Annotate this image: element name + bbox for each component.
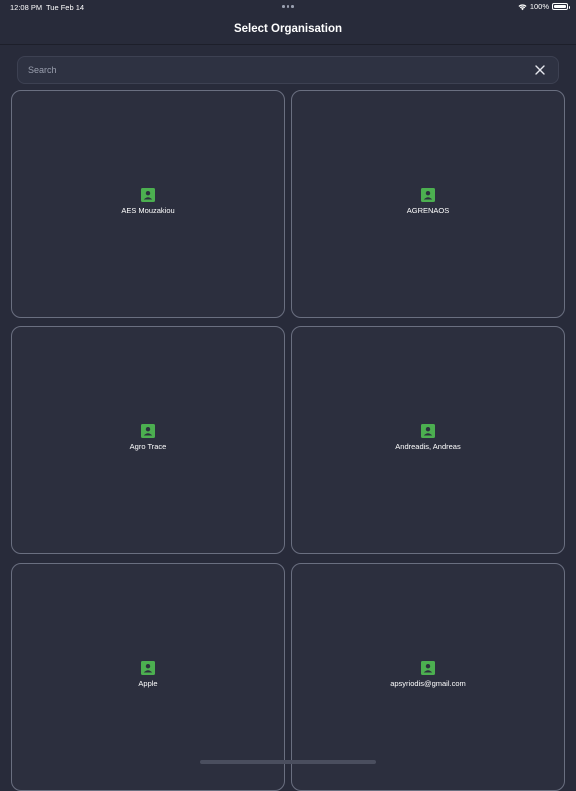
contact-card-icon (141, 188, 155, 202)
organisation-card[interactable]: AGRENAOS (291, 90, 565, 318)
contact-card-icon (141, 424, 155, 438)
status-right: 100% (518, 2, 570, 11)
status-bar: 12:08 PM Tue Feb 14 100% (0, 0, 576, 14)
close-icon[interactable] (534, 64, 546, 76)
organisation-name: Agro Trace (129, 442, 167, 451)
contact-card-icon (421, 188, 435, 202)
search-box (17, 56, 559, 84)
organisation-card[interactable]: Andreadis, Andreas (291, 326, 565, 554)
status-date: Tue Feb 14 (46, 3, 85, 12)
battery-percent: 100% (529, 2, 549, 11)
organisation-card[interactable]: AES Mouzakiou (11, 90, 285, 318)
page-title: Select Organisation (233, 23, 342, 35)
contact-card-icon (421, 424, 435, 438)
organisation-card[interactable]: apsyriodis@gmail.com (291, 563, 565, 791)
navigation-bar: Select Organisation (0, 14, 576, 45)
status-time: 12:08 PM (10, 3, 43, 12)
contact-card-icon (141, 661, 155, 675)
organisation-name: AES Mouzakiou (121, 206, 175, 215)
wifi-icon (518, 3, 527, 10)
search-input[interactable] (28, 57, 508, 83)
organisation-name: AGRENAOS (406, 206, 450, 215)
organisation-card[interactable]: Apple (11, 563, 285, 791)
contact-card-icon (421, 661, 435, 675)
organisation-name: apsyriodis@gmail.com (390, 679, 466, 688)
multitasking-dots-icon[interactable] (282, 5, 294, 8)
organisation-name: Apple (138, 679, 158, 688)
home-indicator[interactable] (200, 760, 376, 764)
battery-icon (552, 3, 570, 10)
organisation-card[interactable]: Agro Trace (11, 326, 285, 554)
organisation-name: Andreadis, Andreas (395, 442, 461, 451)
